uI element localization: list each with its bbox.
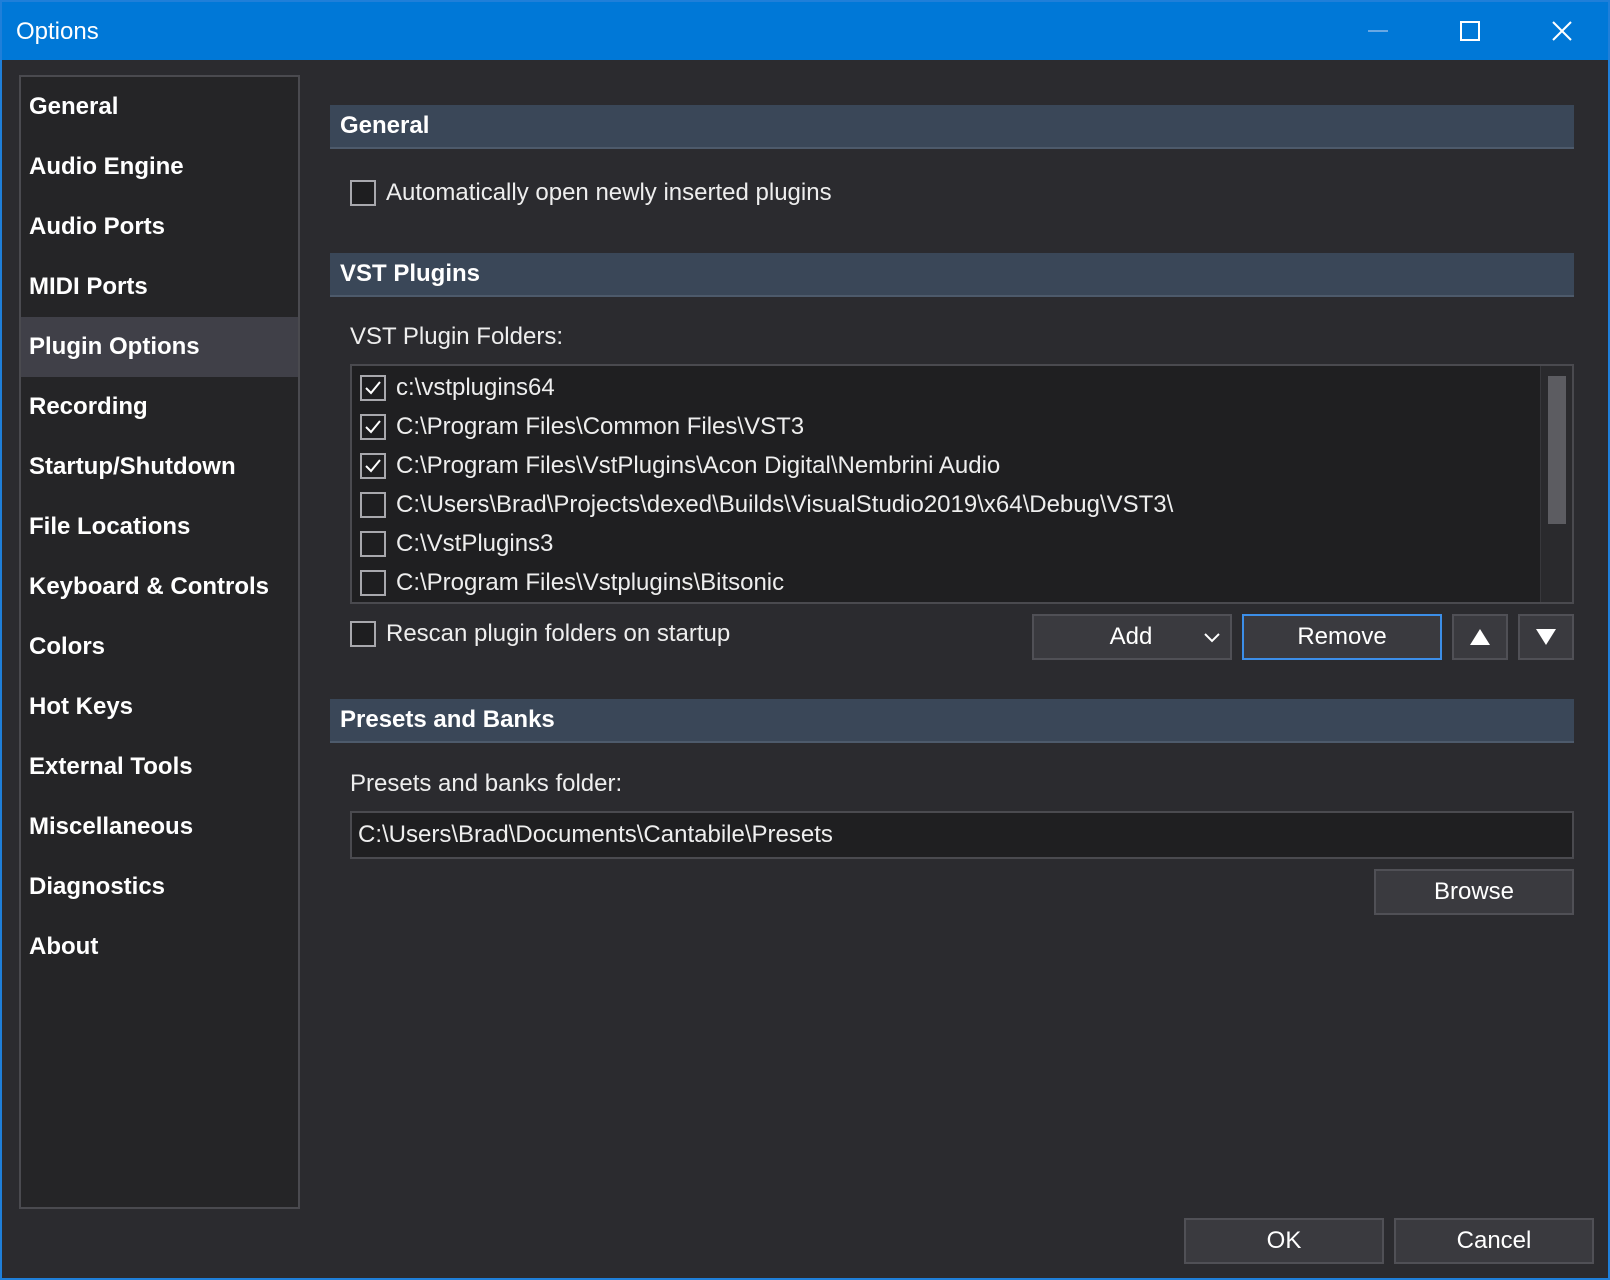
- title-bar: Options: [2, 2, 1608, 60]
- list-item[interactable]: C:\Program Files\Vstplugins\Bitsonic: [360, 564, 784, 602]
- folder-checkbox[interactable]: [360, 570, 386, 596]
- folder-checkbox[interactable]: [360, 492, 386, 518]
- folder-list-scrollbar[interactable]: [1540, 366, 1572, 602]
- folder-path: C:\Users\Brad\Projects\dexed\Builds\Visu…: [396, 491, 1174, 518]
- arrow-up-icon: [1470, 629, 1490, 645]
- add-button-label: Add: [1109, 623, 1153, 650]
- sidebar-item-general[interactable]: General: [21, 77, 298, 137]
- rescan-on-startup-option[interactable]: Rescan plugin folders on startup: [350, 620, 730, 648]
- add-folder-button[interactable]: Add: [1032, 614, 1232, 660]
- folder-checkbox[interactable]: [360, 453, 386, 479]
- move-up-button[interactable]: [1452, 614, 1508, 660]
- folder-checkbox[interactable]: [360, 375, 386, 401]
- move-down-button[interactable]: [1518, 614, 1574, 660]
- checkmark-icon: [365, 381, 381, 395]
- sidebar-item-miscellaneous[interactable]: Miscellaneous: [21, 797, 298, 857]
- auto-open-plugins-label: Automatically open newly inserted plugin…: [386, 179, 832, 206]
- ok-button[interactable]: OK: [1184, 1218, 1384, 1264]
- options-window: Options General Audio Engine Audio Ports…: [0, 0, 1610, 1280]
- checkmark-icon: [365, 459, 381, 473]
- folder-checkbox[interactable]: [360, 414, 386, 440]
- presets-folder-input[interactable]: C:\Users\Brad\Documents\Cantabile\Preset…: [350, 811, 1574, 859]
- checkmark-icon: [365, 420, 381, 434]
- rescan-on-startup-label: Rescan plugin folders on startup: [386, 620, 731, 647]
- sidebar-item-recording[interactable]: Recording: [21, 377, 298, 437]
- maximize-button[interactable]: [1424, 2, 1516, 60]
- auto-open-plugins-option[interactable]: Automatically open newly inserted plugin…: [350, 179, 832, 207]
- vst-plugin-folders-list[interactable]: c:\vstplugins64 C:\Program Files\Common …: [350, 364, 1574, 604]
- list-item[interactable]: c:\vstplugins64: [360, 369, 555, 407]
- sidebar-item-audio-engine[interactable]: Audio Engine: [21, 137, 298, 197]
- sidebar-item-midi-ports[interactable]: MIDI Ports: [21, 257, 298, 317]
- sidebar-item-colors[interactable]: Colors: [21, 617, 298, 677]
- presets-folder-label: Presets and banks folder:: [350, 770, 623, 797]
- sidebar-item-about[interactable]: About: [21, 917, 298, 977]
- sidebar-item-audio-ports[interactable]: Audio Ports: [21, 197, 298, 257]
- close-button[interactable]: [1516, 2, 1608, 60]
- sidebar-item-keyboard-controls[interactable]: Keyboard & Controls: [21, 557, 298, 617]
- minimize-icon: [1368, 30, 1388, 32]
- maximize-icon: [1460, 21, 1480, 41]
- arrow-down-icon: [1536, 629, 1556, 645]
- minimize-button[interactable]: [1332, 2, 1424, 60]
- folder-path: C:\Program Files\Vstplugins\Bitsonic: [396, 569, 785, 596]
- window-title: Options: [16, 18, 99, 45]
- presets-banks-section-header: Presets and Banks: [330, 699, 1574, 743]
- list-item[interactable]: C:\Program Files\Common Files\VST3: [360, 408, 804, 446]
- cancel-button[interactable]: Cancel: [1394, 1218, 1594, 1264]
- remove-folder-button[interactable]: Remove: [1242, 614, 1442, 660]
- sidebar-item-hot-keys[interactable]: Hot Keys: [21, 677, 298, 737]
- scrollbar-thumb[interactable]: [1548, 376, 1566, 524]
- close-icon: [1552, 21, 1572, 41]
- general-section-header: General: [330, 105, 1574, 149]
- folder-path: C:\Program Files\Common Files\VST3: [396, 413, 805, 440]
- sidebar-item-diagnostics[interactable]: Diagnostics: [21, 857, 298, 917]
- folder-path: C:\VstPlugins3: [396, 530, 554, 557]
- folder-path: c:\vstplugins64: [396, 374, 555, 401]
- sidebar-item-file-locations[interactable]: File Locations: [21, 497, 298, 557]
- sidebar-item-plugin-options[interactable]: Plugin Options: [21, 317, 298, 377]
- vst-plugin-folders-label: VST Plugin Folders:: [350, 323, 563, 350]
- auto-open-plugins-checkbox[interactable]: [350, 180, 376, 206]
- sidebar-item-startup-shutdown[interactable]: Startup/Shutdown: [21, 437, 298, 497]
- folder-checkbox[interactable]: [360, 531, 386, 557]
- sidebar-item-external-tools[interactable]: External Tools: [21, 737, 298, 797]
- list-item[interactable]: C:\VstPlugins3: [360, 525, 553, 563]
- rescan-on-startup-checkbox[interactable]: [350, 621, 376, 647]
- chevron-down-icon: [1204, 633, 1220, 643]
- options-sidebar: General Audio Engine Audio Ports MIDI Po…: [19, 75, 300, 1209]
- folder-path: C:\Program Files\VstPlugins\Acon Digital…: [396, 452, 1001, 479]
- list-item[interactable]: C:\Program Files\VstPlugins\Acon Digital…: [360, 447, 1000, 485]
- browse-button[interactable]: Browse: [1374, 869, 1574, 915]
- list-item[interactable]: C:\Users\Brad\Projects\dexed\Builds\Visu…: [360, 486, 1173, 524]
- vst-plugins-section-header: VST Plugins: [330, 253, 1574, 297]
